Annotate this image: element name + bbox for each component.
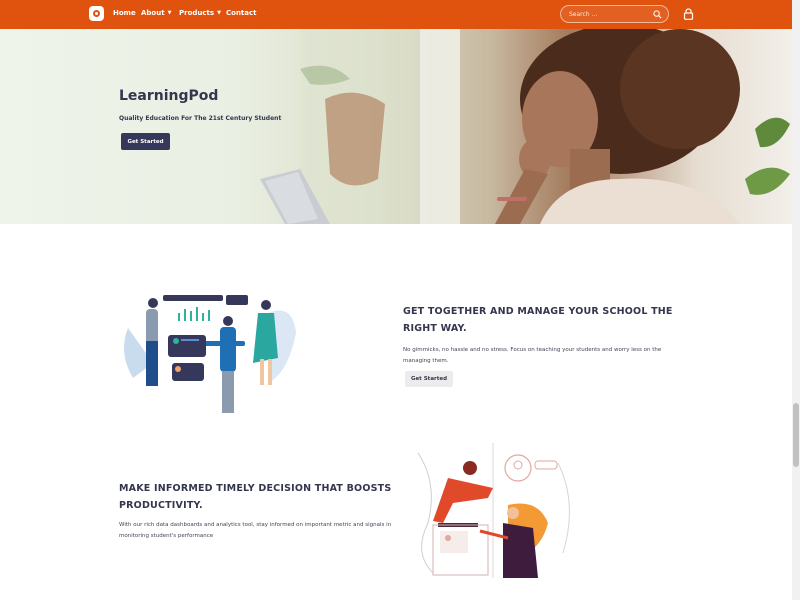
nav-item-label: About xyxy=(141,9,165,17)
hero-get-started-button[interactable]: Get Started xyxy=(121,133,170,150)
page-scrollbar[interactable] xyxy=(792,0,800,600)
section2-title: MAKE INFORMED TIMELY DECISION THAT BOOST… xyxy=(119,480,391,514)
team-dashboard-illustration xyxy=(124,295,296,413)
nav-item-contact[interactable]: Contact xyxy=(226,9,257,17)
section2-title-line2: PRODUCTIVITY. xyxy=(119,500,203,511)
hero-title: LearningPod xyxy=(119,88,219,104)
nav-item-label: Products xyxy=(179,9,215,17)
scrollbar-thumb[interactable] xyxy=(793,403,799,467)
section2-title-line1: MAKE INFORMED TIMELY DECISION THAT BOOST… xyxy=(119,483,392,494)
hero-photo xyxy=(260,29,790,224)
top-navbar: Home About ▼ Products ▼ Contact xyxy=(0,0,792,29)
section1-get-started-button[interactable]: Get Started xyxy=(405,371,453,387)
section2-description: With our rich data dashboards and analyt… xyxy=(119,520,391,542)
nav-item-label: Home xyxy=(113,9,136,17)
nav-item-label: Contact xyxy=(226,9,257,17)
analytics-illustration xyxy=(417,443,570,578)
section1-title-line1: GET TOGETHER AND MANAGE YOUR SCHOOL THE xyxy=(403,306,673,317)
search-box[interactable] xyxy=(560,5,669,23)
nav-item-products[interactable]: Products ▼ xyxy=(179,9,221,17)
section2-text-line2: monitoring student's performance xyxy=(119,533,214,539)
hero-subtitle: Quality Education For The 21st Century S… xyxy=(119,115,282,122)
section1-text-line1: No gimmicks, no hassle and no stress. Fo… xyxy=(403,347,662,353)
logo-icon[interactable] xyxy=(89,6,104,21)
lock-icon[interactable] xyxy=(683,8,694,20)
chevron-down-icon: ▼ xyxy=(167,10,172,16)
section1-description: No gimmicks, no hassle and no stress. Fo… xyxy=(403,345,661,367)
chevron-down-icon: ▼ xyxy=(217,10,221,16)
search-input[interactable] xyxy=(569,9,649,20)
section1-title: GET TOGETHER AND MANAGE YOUR SCHOOL THE … xyxy=(403,303,673,337)
section1-title-line2: RIGHT WAY. xyxy=(403,323,467,334)
section2-text-line1: With our rich data dashboards and analyt… xyxy=(119,522,392,528)
nav-item-about[interactable]: About ▼ xyxy=(141,9,171,17)
search-icon[interactable] xyxy=(653,10,662,19)
hero-banner: LearningPod Quality Education For The 21… xyxy=(0,29,792,224)
section1-text-line2: managing them. xyxy=(403,358,449,364)
nav-item-home[interactable]: Home xyxy=(113,9,136,17)
